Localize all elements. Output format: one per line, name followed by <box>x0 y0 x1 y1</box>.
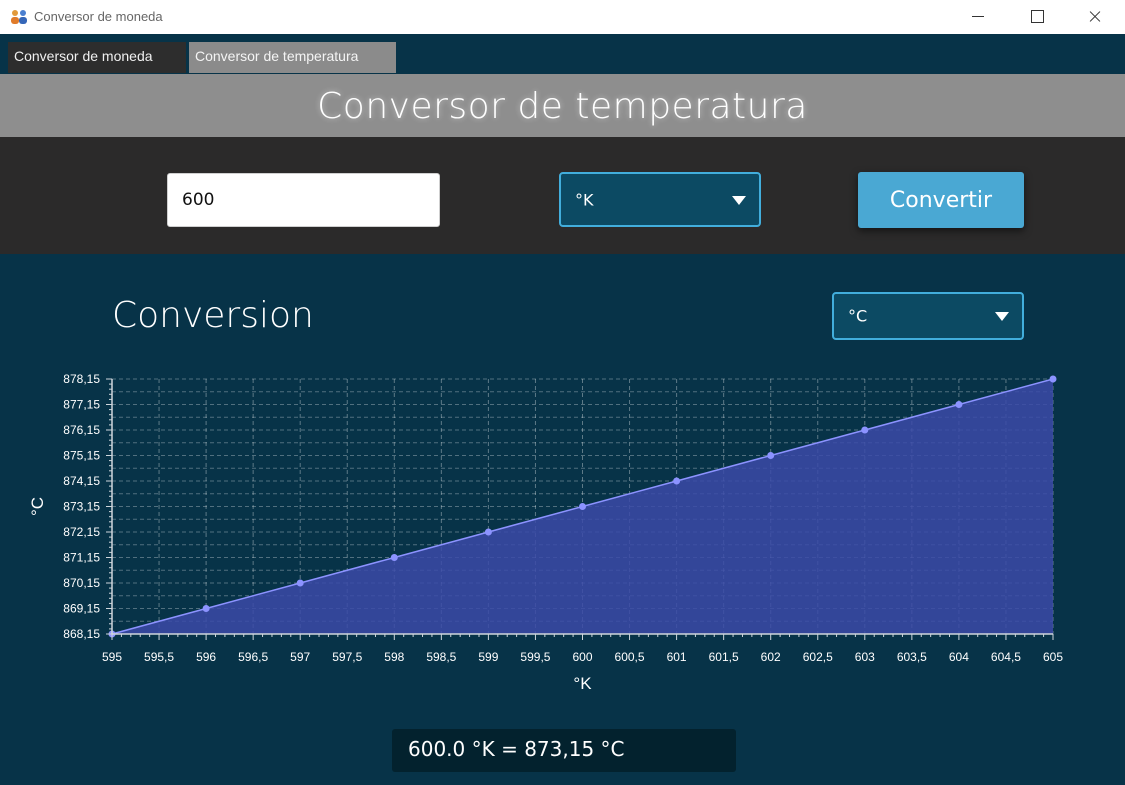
y-tick-label: 873,15 <box>63 500 100 514</box>
x-tick-label: 600 <box>572 650 592 664</box>
x-tick-label: 604,5 <box>991 650 1021 664</box>
page-title: Conversor de temperatura <box>317 86 808 127</box>
input-panel: °K Convertir <box>0 137 1125 254</box>
x-tick-label: 597,5 <box>332 650 362 664</box>
data-point <box>861 426 869 434</box>
x-tick-label: 603 <box>855 650 875 664</box>
data-point <box>296 579 304 587</box>
y-tick-label: 874,15 <box>63 474 100 488</box>
tab-conversor-temperatura[interactable]: Conversor de temperatura <box>189 42 396 73</box>
from-unit-select[interactable]: °K <box>559 172 761 227</box>
x-tick-label: 596,5 <box>238 650 268 664</box>
maximize-button[interactable] <box>1013 0 1059 34</box>
data-point <box>484 528 492 536</box>
data-point <box>673 477 681 485</box>
x-tick-label: 598 <box>384 650 404 664</box>
x-tick-label: 597 <box>290 650 310 664</box>
y-tick-label: 876,15 <box>63 423 100 437</box>
x-tick-label: 602,5 <box>803 650 833 664</box>
temperature-input[interactable] <box>167 173 440 227</box>
to-unit-select[interactable]: °C <box>832 292 1024 340</box>
x-tick-label: 604 <box>949 650 969 664</box>
people-icon <box>11 10 27 24</box>
y-tick-label: 870,15 <box>63 576 100 590</box>
x-tick-label: 596 <box>196 650 216 664</box>
minimize-button[interactable] <box>955 0 1001 34</box>
data-point <box>202 605 210 612</box>
window-titlebar: Conversor de moneda <box>0 0 1125 34</box>
x-tick-label: 603,5 <box>897 650 927 664</box>
x-tick-label: 595,5 <box>144 650 174 664</box>
data-point <box>390 554 398 561</box>
x-tick-label: 598,5 <box>426 650 456 664</box>
tab-conversor-moneda[interactable]: Conversor de moneda <box>8 42 186 73</box>
y-axis-label: °C <box>28 497 47 516</box>
y-tick-label: 868,15 <box>63 627 100 641</box>
chevron-down-icon <box>732 195 746 205</box>
data-point <box>767 452 775 459</box>
chevron-down-icon <box>995 312 1009 321</box>
y-tick-label: 878,15 <box>63 372 100 386</box>
x-tick-label: 599 <box>478 650 498 664</box>
x-tick-label: 601 <box>667 650 687 664</box>
y-tick-label: 875,15 <box>63 449 100 463</box>
window-title: Conversor de moneda <box>34 9 163 24</box>
y-tick-label: 877,15 <box>63 398 100 412</box>
x-tick-label: 601,5 <box>709 650 739 664</box>
data-point <box>955 401 963 408</box>
data-point <box>579 503 586 510</box>
close-button[interactable] <box>1071 0 1117 34</box>
y-tick-label: 872,15 <box>63 525 100 539</box>
x-tick-label: 600,5 <box>615 650 645 664</box>
conversion-heading: Conversion <box>112 295 314 336</box>
y-tick-label: 869,15 <box>63 602 100 616</box>
to-unit-value: °C <box>848 306 868 326</box>
y-tick-label: 871,15 <box>63 551 100 565</box>
tab-strip: Conversor de moneda Conversor de tempera… <box>0 34 1125 74</box>
result-display: 600.0 °K = 873,15 °C <box>392 729 736 772</box>
from-unit-value: °K <box>575 190 594 209</box>
data-point <box>1049 375 1057 383</box>
x-tick-label: 605 <box>1043 650 1063 664</box>
x-tick-label: 599,5 <box>520 650 550 664</box>
x-axis-label: °K <box>573 674 592 693</box>
convert-button[interactable]: Convertir <box>858 172 1024 228</box>
page-header: Conversor de temperatura <box>0 74 1125 137</box>
x-tick-label: 595 <box>102 650 122 664</box>
x-tick-label: 602 <box>761 650 781 664</box>
conversion-chart: 595 595,5 596 596,5 597 597,5 598 598,5 599 599,5… <box>28 372 1063 693</box>
